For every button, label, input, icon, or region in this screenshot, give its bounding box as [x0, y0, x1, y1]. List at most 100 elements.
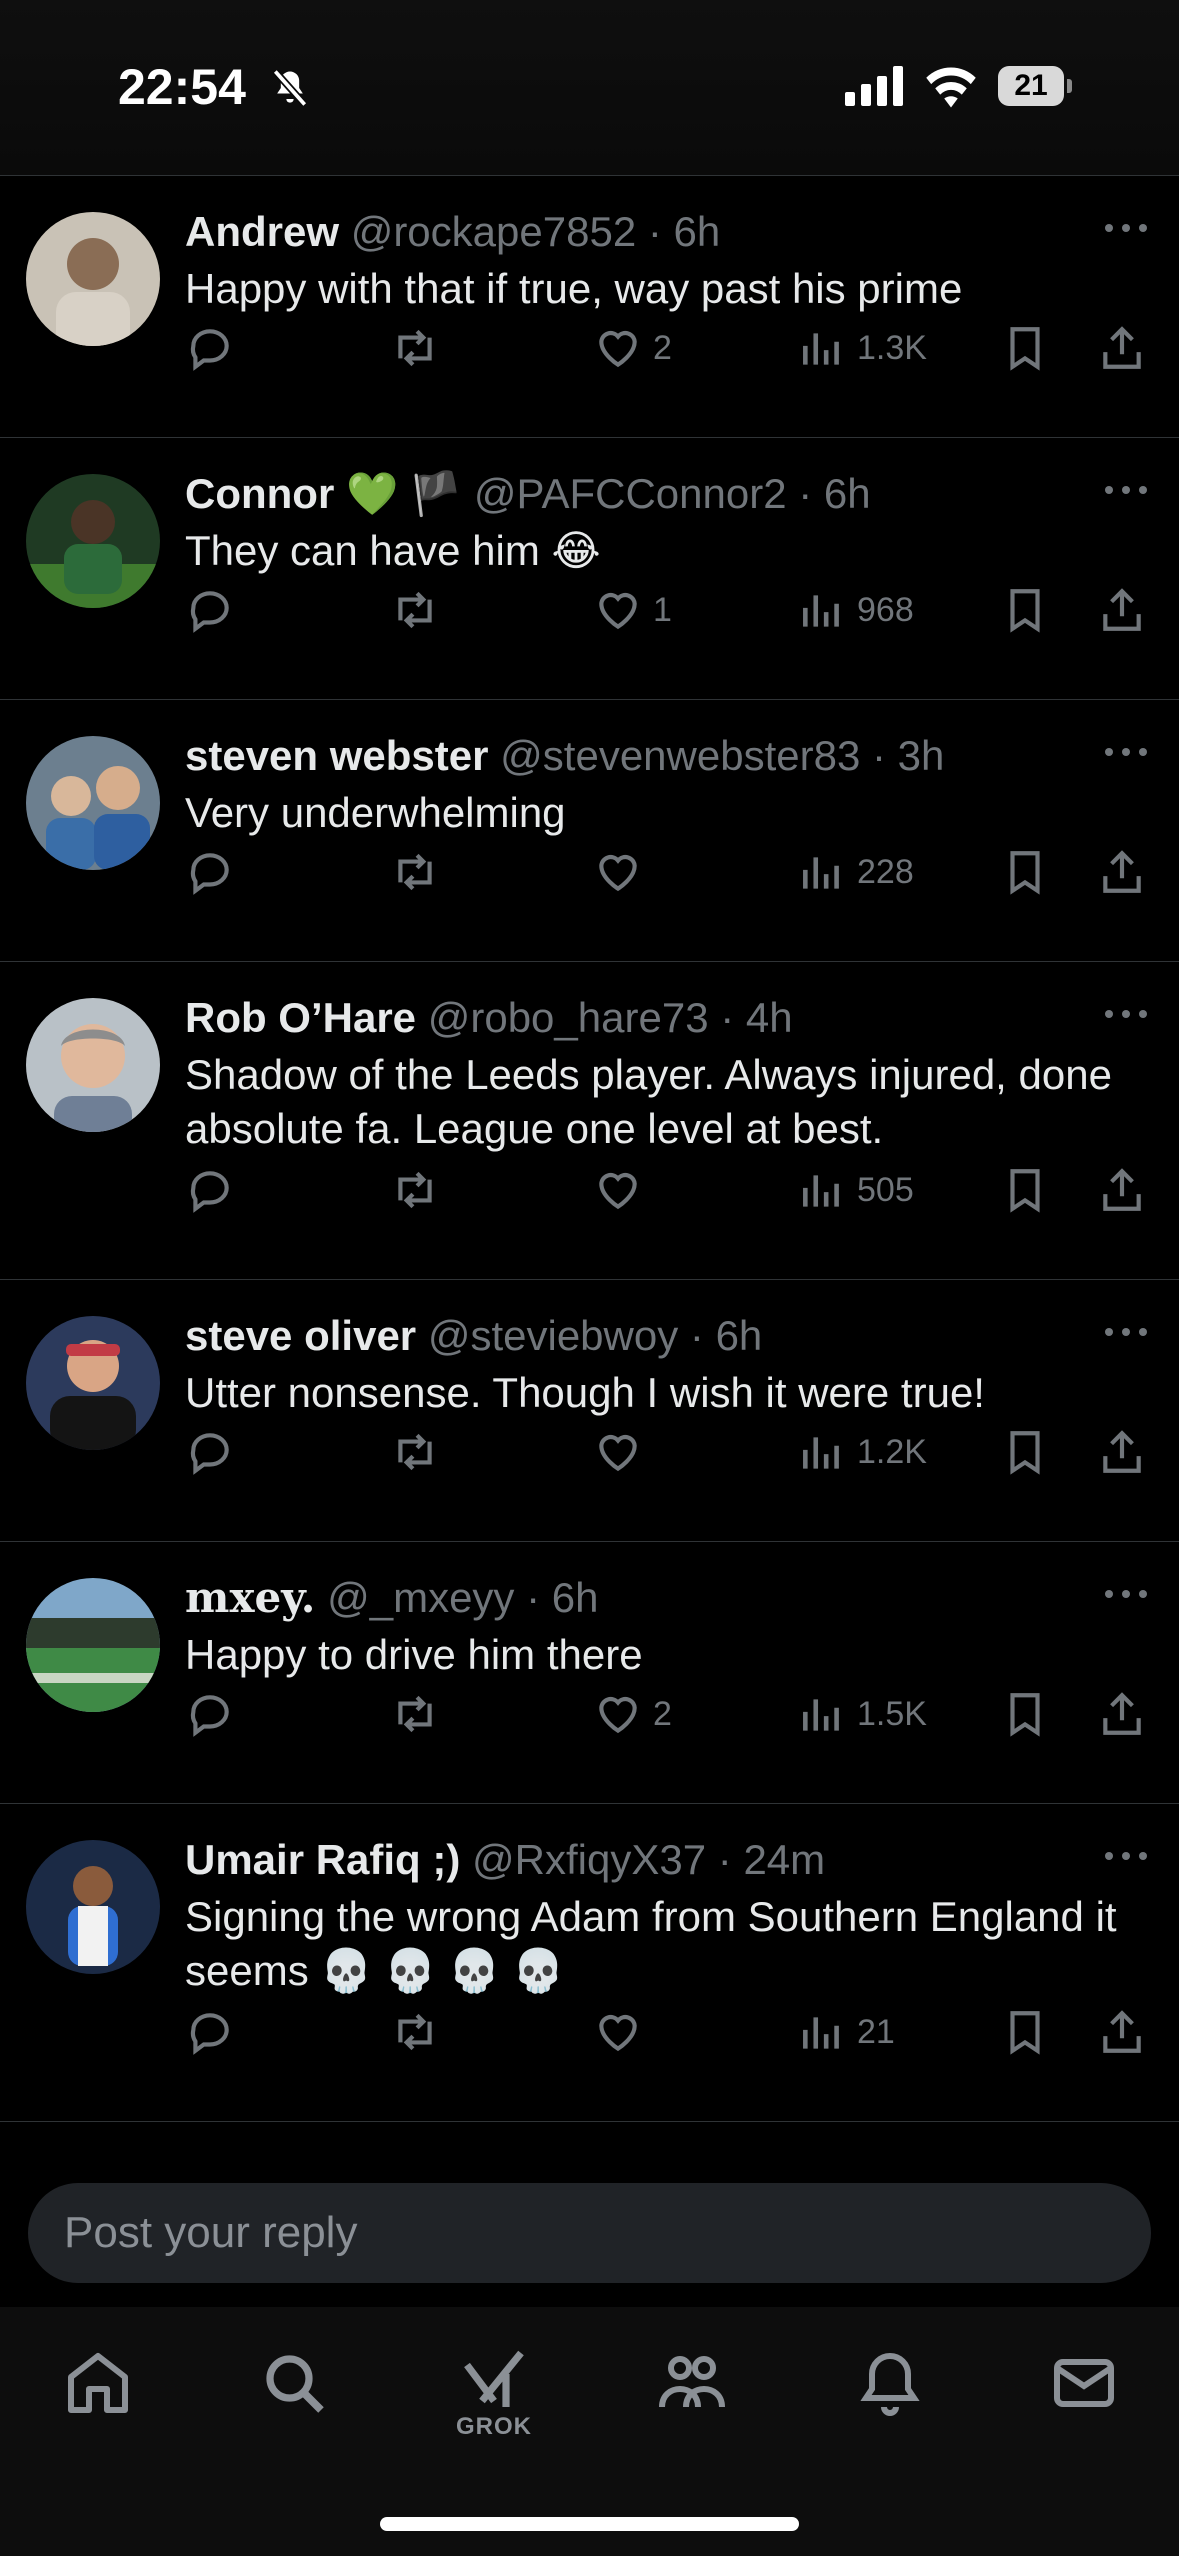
like-button[interactable]: 2 [593, 318, 672, 378]
post[interactable]: Umair Rafiq ;) @RxfiqyX37 · 24m Signing … [0, 1804, 1179, 2122]
more-options-icon[interactable] [1103, 1322, 1149, 1342]
reply-button[interactable] [185, 1160, 235, 1220]
bookmark-button[interactable] [1000, 1160, 1050, 1220]
reply-button[interactable] [185, 1684, 235, 1744]
more-options-icon[interactable] [1103, 218, 1149, 238]
post-text: Happy to drive him there [185, 1631, 643, 1678]
display-name[interactable]: mxey. [185, 1573, 315, 1622]
nav-messages[interactable] [1036, 2347, 1132, 2457]
avatar[interactable] [26, 1316, 160, 1450]
bookmark-button[interactable] [1000, 842, 1050, 902]
like-button[interactable] [593, 2002, 653, 2062]
share-icon [1103, 850, 1141, 893]
handle[interactable]: @robo_hare73 [428, 994, 709, 1041]
reply-input[interactable] [28, 2183, 1151, 2283]
handle[interactable]: @RxfiqyX37 [472, 1836, 706, 1883]
more-options-icon[interactable] [1103, 1846, 1149, 1866]
action-bar: 2 1.5K [185, 1684, 1149, 1744]
repost-button[interactable] [390, 1422, 440, 1482]
post-header: mxey. @_mxeyy · 6h [185, 1573, 599, 1622]
more-options-icon[interactable] [1103, 1004, 1149, 1024]
views-button[interactable]: 1.5K [797, 1684, 927, 1744]
handle[interactable]: @rockape7852 [351, 208, 637, 255]
nav-notifications[interactable] [842, 2347, 938, 2457]
like-button[interactable] [593, 1422, 653, 1482]
share-button[interactable] [1097, 842, 1147, 902]
reply-button[interactable] [185, 1422, 235, 1482]
share-button[interactable] [1097, 580, 1147, 640]
avatar[interactable] [26, 998, 160, 1132]
avatar[interactable] [26, 212, 160, 346]
share-button[interactable] [1097, 1160, 1147, 1220]
bookmark-button[interactable] [1000, 580, 1050, 640]
repost-button[interactable] [390, 580, 440, 640]
nav-search[interactable] [246, 2347, 342, 2457]
more-options-icon[interactable] [1103, 1584, 1149, 1604]
reply-feed[interactable]: Andrew @rockape7852 · 6h Happy with that… [0, 175, 1179, 2158]
bookmark-button[interactable] [1000, 2002, 1050, 2062]
handle[interactable]: @_mxeyy [327, 1574, 514, 1621]
bookmark-icon [1010, 2011, 1040, 2055]
post[interactable]: steven webster @stevenwebster83 · 3h Ver… [0, 700, 1179, 962]
nav-communities[interactable] [644, 2347, 740, 2457]
share-button[interactable] [1097, 2002, 1147, 2062]
more-options-icon[interactable] [1103, 480, 1149, 500]
repost-button[interactable] [390, 842, 440, 902]
post[interactable]: Andrew @rockape7852 · 6h Happy with that… [0, 176, 1179, 438]
like-button[interactable]: 2 [593, 1684, 672, 1744]
views-button[interactable]: 968 [797, 580, 914, 640]
avatar[interactable] [26, 474, 160, 608]
bookmark-button[interactable] [1000, 1684, 1050, 1744]
display-name[interactable]: steve oliver [185, 1312, 416, 1359]
display-name[interactable]: Umair Rafiq ;) [185, 1836, 460, 1883]
more-options-icon[interactable] [1103, 742, 1149, 762]
post[interactable]: steve oliver @steviebwoy · 6h Utter nons… [0, 1280, 1179, 1542]
views-icon [803, 1699, 839, 1731]
views-button[interactable]: 1.3K [797, 318, 927, 378]
reply-button[interactable] [185, 318, 235, 378]
repost-icon [398, 591, 432, 629]
nav-home[interactable] [50, 2347, 146, 2457]
repost-button[interactable] [390, 2002, 440, 2062]
display-name[interactable]: Rob O’Hare [185, 994, 416, 1041]
reply-button[interactable] [185, 842, 235, 902]
views-button[interactable]: 21 [797, 2002, 895, 2062]
views-button[interactable]: 1.2K [797, 1422, 927, 1482]
home-icon [68, 2353, 128, 2413]
bookmark-icon [1010, 851, 1040, 895]
like-button[interactable] [593, 842, 653, 902]
timestamp: 24m [743, 1836, 826, 1883]
share-button[interactable] [1097, 318, 1147, 378]
repost-button[interactable] [390, 1684, 440, 1744]
bookmark-icon [1010, 589, 1040, 633]
reply-button[interactable] [185, 580, 235, 640]
repost-button[interactable] [390, 1160, 440, 1220]
handle[interactable]: @PAFCConnor2 [474, 470, 787, 517]
nav-grok[interactable]: GROK [446, 2347, 542, 2457]
views-button[interactable]: 228 [797, 842, 914, 902]
post[interactable]: mxey. @_mxeyy · 6h Happy to drive him th… [0, 1542, 1179, 1804]
handle[interactable]: @stevenwebster83 [500, 732, 860, 779]
display-name[interactable]: Connor 💚 🏴 [185, 470, 462, 517]
handle[interactable]: @steviebwoy [428, 1312, 678, 1359]
display-name[interactable]: steven webster [185, 732, 488, 779]
bookmark-button[interactable] [1000, 318, 1050, 378]
post[interactable]: Connor 💚 🏴 @PAFCConnor2 · 6h They can ha… [0, 438, 1179, 700]
display-name[interactable]: Andrew [185, 208, 339, 255]
timestamp: 4h [745, 994, 793, 1041]
views-icon [803, 1175, 839, 1207]
post[interactable]: Rob O’Hare @robo_hare73 · 4h Shadow of t… [0, 962, 1179, 1280]
avatar[interactable] [26, 1840, 160, 1974]
post-header: Andrew @rockape7852 · 6h [185, 208, 721, 255]
like-button[interactable]: 1 [593, 580, 672, 640]
avatar[interactable] [26, 1578, 160, 1712]
repost-button[interactable] [390, 318, 440, 378]
share-button[interactable] [1097, 1422, 1147, 1482]
avatar[interactable] [26, 736, 160, 870]
heart-icon [599, 330, 637, 368]
views-button[interactable]: 505 [797, 1160, 914, 1220]
bookmark-button[interactable] [1000, 1422, 1050, 1482]
share-button[interactable] [1097, 1684, 1147, 1744]
like-button[interactable] [593, 1160, 653, 1220]
reply-button[interactable] [185, 2002, 235, 2062]
